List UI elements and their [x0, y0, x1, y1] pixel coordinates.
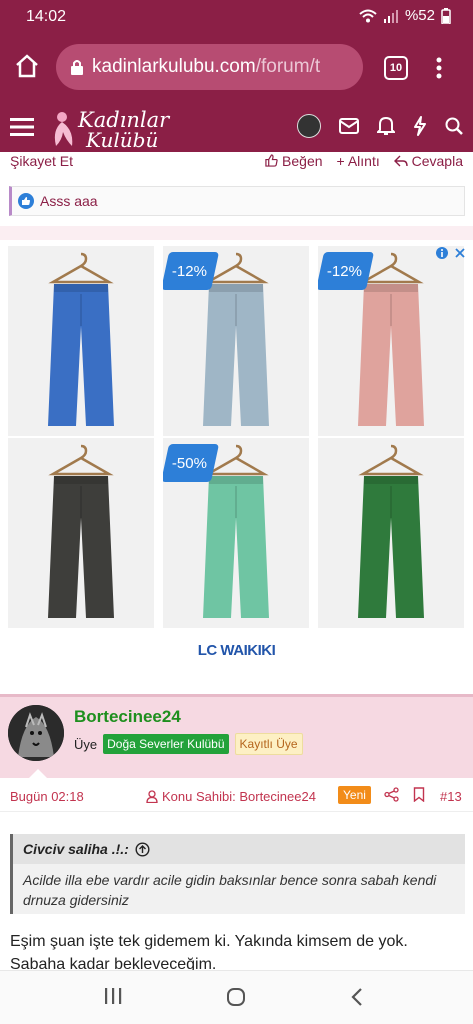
status-time: 14:02 [26, 8, 67, 25]
report-link[interactable]: Şikayet Et [10, 153, 73, 169]
likes-summary: Asss aaa [9, 186, 465, 216]
thread-owner: Konu Sahibi: Bortecinee24 [146, 789, 316, 804]
tab-switcher-button[interactable]: 10 [384, 56, 408, 80]
like-reaction-icon [18, 193, 34, 209]
system-nav-bar [0, 970, 473, 1024]
hamburger-icon [10, 118, 34, 136]
likes-names[interactable]: Asss aaa [40, 193, 98, 209]
back-icon[interactable] [350, 987, 364, 1007]
logo-figure-icon [54, 112, 73, 146]
battery-text: %52 [404, 7, 435, 24]
quote-text: Acilde illa ebe vardır acile gidin baksı… [23, 872, 437, 908]
bookmark-icon[interactable] [413, 787, 425, 802]
trousers-image [358, 444, 424, 618]
post-meta: Bugün 02:18 Konu Sahibi: Bortecinee24 Ye… [0, 778, 473, 812]
like-label: Beğen [282, 153, 323, 169]
status-tag: Kayıtlı Üye [234, 733, 303, 755]
product-tile[interactable] [8, 438, 154, 628]
lightning-icon[interactable] [413, 116, 427, 136]
account-avatar[interactable] [297, 114, 321, 138]
post-actions-right: Beğen + Alıntı Cevapla [265, 153, 463, 169]
post-actions: Şikayet Et Beğen + Alıntı Cevapla [0, 152, 473, 176]
product-tile[interactable]: -12% [163, 246, 309, 436]
battery-icon [441, 7, 451, 24]
product-tile[interactable]: -50% [163, 438, 309, 628]
reply-label: Cevapla [411, 153, 463, 169]
url-domain: kadinlarkulubu.com [92, 56, 256, 77]
reply-button[interactable]: Cevapla [393, 153, 463, 169]
ad-separator [0, 226, 473, 240]
home-icon [16, 54, 38, 78]
bell-icon[interactable] [377, 116, 395, 136]
ad-brand-logo[interactable]: LC WAIKIKI [0, 642, 473, 659]
discount-label: -12% [327, 262, 363, 280]
discount-label: -50% [172, 454, 208, 472]
new-badge: Yeni [338, 786, 371, 804]
post-number[interactable]: #13 [440, 789, 462, 804]
discount-badge: -12% [318, 252, 375, 290]
quote-button[interactable]: + Alıntı [337, 153, 380, 169]
home-nav-icon[interactable] [226, 987, 246, 1007]
thread-owner-label: Konu Sahibi: Bortecinee24 [162, 789, 316, 804]
post-date[interactable]: Bugün 02:18 [10, 789, 84, 804]
discount-label: -12% [172, 262, 208, 280]
post-header: Bortecinee24 Üye Doğa Severler Kulübü Ka… [0, 694, 473, 779]
browser-menu-button[interactable] [431, 55, 447, 81]
ad-info[interactable] [435, 246, 467, 260]
trousers-image [48, 252, 114, 426]
wifi-icon [359, 9, 377, 22]
site-logo[interactable]: Kadınlar Kulübü [48, 106, 169, 152]
logo-line2: Kulübü [86, 128, 159, 152]
signal-icon [383, 9, 398, 23]
url-path: /forum/t [255, 56, 321, 77]
browser-toolbar: kadinlarkulubu.com/forum/t 10 [0, 34, 473, 100]
arrow-up-circle-icon[interactable] [135, 841, 150, 857]
ad-banner[interactable]: -12% -12% -50% LC WAIKIKI [0, 240, 473, 680]
reply-icon [393, 155, 408, 167]
home-button[interactable] [14, 53, 40, 79]
ad-info-icon[interactable] [435, 246, 449, 260]
recent-apps-icon[interactable] [104, 987, 122, 1005]
product-tile[interactable]: -12% [318, 246, 464, 436]
header-icons [297, 114, 463, 138]
thumbs-up-icon [265, 154, 278, 167]
trousers-image [48, 444, 114, 618]
post-author-name[interactable]: Bortecinee24 [74, 707, 181, 727]
more-vert-icon [436, 57, 442, 79]
address-bar[interactable]: kadinlarkulubu.com/forum/t [56, 44, 363, 90]
user-icon [146, 790, 158, 803]
discount-badge: -12% [163, 252, 220, 290]
club-tag[interactable]: Doğa Severler Kulübü [103, 734, 229, 754]
quote-block: Civciv saliha .!.: Acilde illa ebe vardı… [10, 834, 465, 914]
site-header: Kadınlar Kulübü [0, 100, 473, 158]
lock-icon [71, 60, 83, 75]
ad-close-icon[interactable] [453, 246, 467, 260]
status-right: %52 [359, 7, 451, 24]
share-icon[interactable] [384, 787, 399, 802]
post-author-role: Üye Doğa Severler Kulübü Kayıtlı Üye [74, 733, 303, 755]
product-tile[interactable] [318, 438, 464, 628]
mail-icon[interactable] [339, 118, 359, 134]
role-label: Üye [74, 736, 98, 752]
menu-button[interactable] [10, 117, 34, 137]
product-tile[interactable] [8, 246, 154, 436]
search-icon[interactable] [445, 117, 463, 135]
quote-header[interactable]: Civciv saliha .!.: [13, 834, 465, 864]
discount-badge: -50% [163, 444, 220, 482]
post-author-avatar[interactable] [8, 705, 64, 761]
like-button[interactable]: Beğen [265, 153, 323, 169]
quote-author: Civciv saliha .!.: [23, 841, 129, 857]
status-bar: 14:02 %52 [0, 0, 473, 34]
